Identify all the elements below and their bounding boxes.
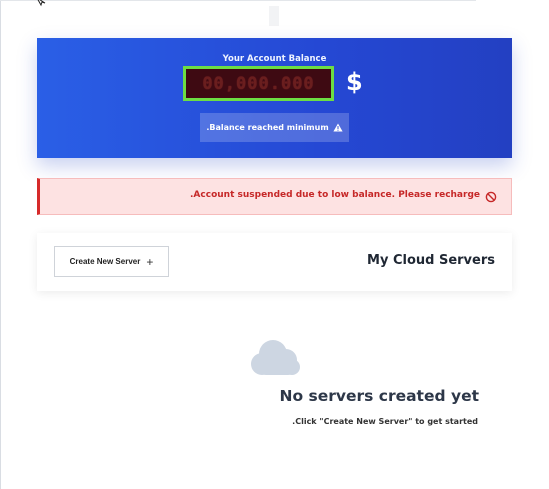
cloud-servers-header: Create New Server + My Cloud Servers bbox=[37, 233, 512, 291]
balance-amount: 00,000.000 bbox=[202, 73, 315, 94]
balance-status-badge: .Balance reached minimum bbox=[200, 113, 349, 142]
empty-state-subtitle: .Click "Create New Server" to get starte… bbox=[292, 417, 478, 426]
cloud-icon bbox=[251, 340, 300, 375]
window-top-border bbox=[0, 0, 476, 1]
ban-icon bbox=[485, 191, 497, 203]
balance-status-label: .Balance reached minimum bbox=[206, 123, 329, 132]
warning-icon bbox=[333, 123, 343, 132]
balance-title: Your Account Balance bbox=[222, 54, 327, 64]
servers-section-title: My Cloud Servers bbox=[367, 253, 495, 268]
create-server-label: Create New Server bbox=[69, 257, 141, 266]
suspension-alert: .Account suspended due to low balance. P… bbox=[37, 178, 512, 215]
top-scroll-tab bbox=[269, 6, 279, 26]
balance-amount-box: 00,000.000 bbox=[183, 66, 334, 101]
account-balance-card: Your Account Balance 00,000.000 $ .Balan… bbox=[37, 38, 512, 158]
create-server-button[interactable]: Create New Server + bbox=[54, 246, 169, 277]
alert-message: .Account suspended due to low balance. P… bbox=[190, 190, 480, 200]
plus-icon: + bbox=[146, 254, 154, 269]
empty-state-title: No servers created yet bbox=[279, 387, 479, 405]
mouse-cursor-icon bbox=[37, 0, 46, 7]
currency-symbol: $ bbox=[346, 68, 363, 96]
window-left-border bbox=[0, 0, 1, 489]
